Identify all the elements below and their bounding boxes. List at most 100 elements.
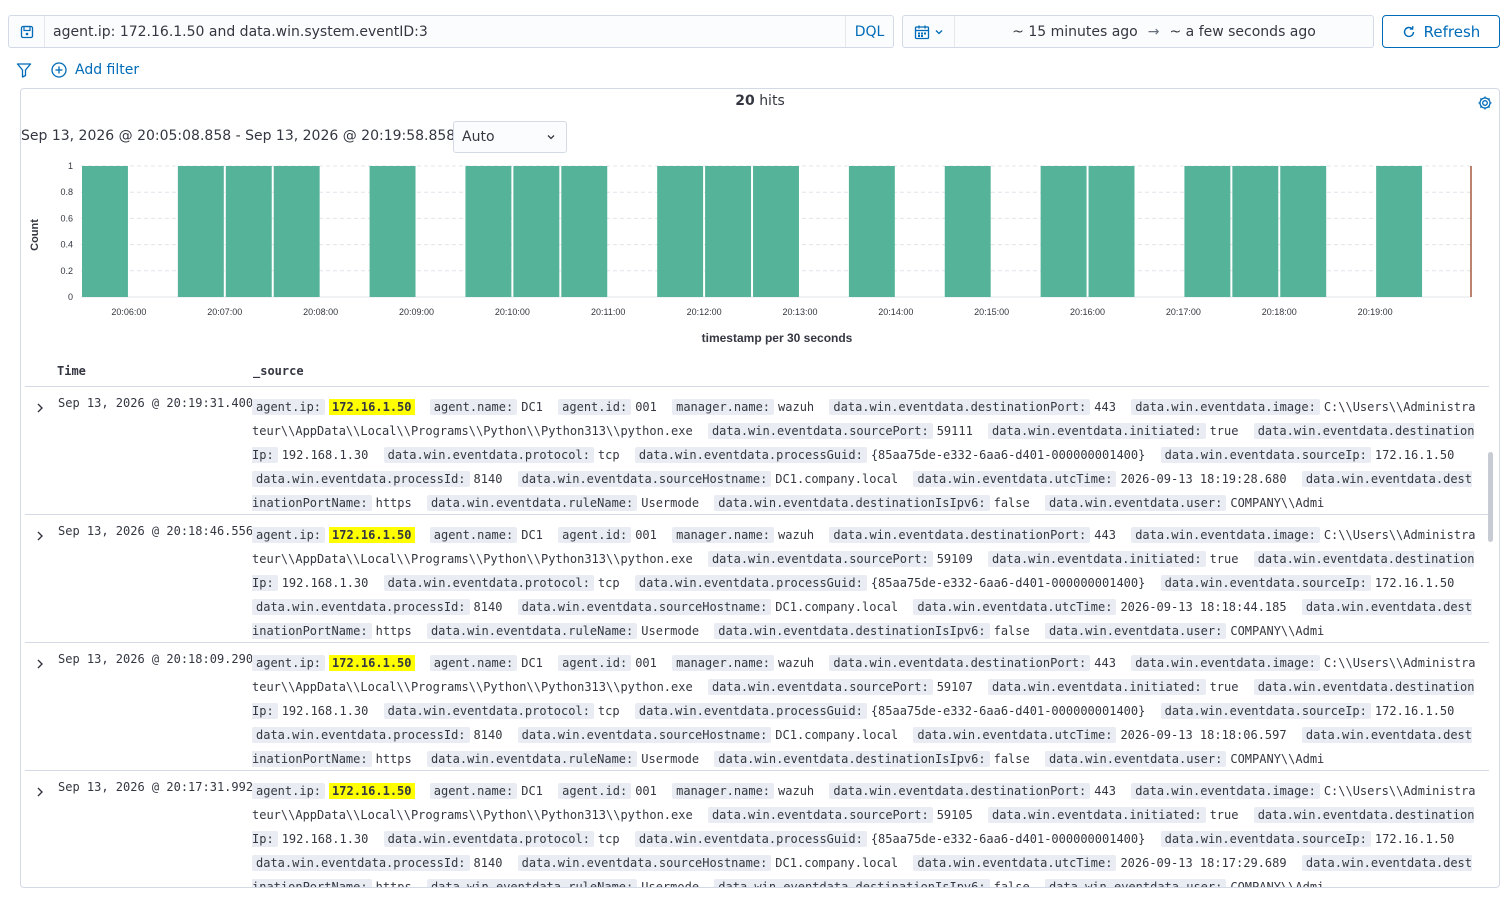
x-tick-label: 20:17:00	[1166, 307, 1201, 317]
field-name: data.win.eventdata.utcTime:	[913, 471, 1117, 487]
expand-row-button[interactable]	[31, 655, 49, 673]
field-value: 59105	[936, 808, 973, 822]
expand-row-button[interactable]	[31, 527, 49, 545]
table-row[interactable]: Sep 13, 2026 @ 20:18:46.556 agent.ip: 172.…	[25, 514, 1489, 642]
add-filter-button[interactable]: Add filter	[51, 62, 139, 78]
field-name: data.win.eventdata.processId:	[252, 855, 470, 871]
field-value: 2026-09-13 18:19:28.680	[1120, 472, 1287, 486]
hits-counter: 20 hits	[21, 93, 1499, 109]
histogram-bar[interactable]	[1184, 166, 1231, 297]
field-value-highlighted: 172.16.1.50	[329, 783, 415, 799]
time-picker: ~ 15 minutes ago → ~ a few seconds ago	[902, 15, 1374, 48]
field-name: agent.id:	[558, 399, 632, 415]
histogram-bar[interactable]	[82, 166, 128, 297]
field-value: DC1	[521, 656, 543, 670]
query-bar: agent.ip: 172.16.1.50 and data.win.syste…	[8, 15, 894, 48]
histogram-bar[interactable]	[513, 166, 560, 297]
histogram-bar[interactable]	[705, 166, 752, 297]
histogram-bar[interactable]	[561, 166, 608, 297]
histogram-bar[interactable]	[369, 166, 416, 297]
field-value: 172.16.1.50	[1374, 448, 1455, 462]
histogram-bar[interactable]	[1232, 166, 1279, 297]
chart-options-button[interactable]	[1477, 95, 1493, 115]
table-row[interactable]: Sep 13, 2026 @ 20:17:31.992 agent.ip: 172.…	[25, 770, 1489, 887]
x-tick-label: 20:18:00	[1262, 307, 1297, 317]
field-value: https	[375, 752, 412, 766]
field-name: agent.ip:	[252, 655, 326, 671]
field-name: data.win.eventdata.ruleName:	[426, 879, 638, 887]
histogram-bar[interactable]	[177, 166, 224, 297]
histogram-bar[interactable]	[1040, 166, 1087, 297]
expand-row-button[interactable]	[31, 399, 49, 417]
histogram-bar[interactable]	[1376, 166, 1423, 297]
calendar-icon	[914, 25, 929, 39]
field-name: data.win.eventdata.processGuid:	[634, 447, 867, 463]
histogram-bar[interactable]	[848, 166, 895, 297]
time-end[interactable]: ~ a few seconds ago	[1169, 24, 1315, 40]
field-value: 443	[1094, 400, 1116, 414]
x-tick-label: 20:06:00	[111, 307, 146, 317]
field-value: wazuh	[778, 400, 815, 414]
histogram-chart: 10.80.60.40.20 20:06:00 20:07:00 20:08:00 2…	[29, 161, 1472, 345]
field-value: 8140	[473, 472, 503, 486]
filter-row: Add filter	[16, 59, 139, 81]
expand-row-button[interactable]	[31, 783, 49, 801]
histogram-bar[interactable]	[657, 166, 704, 297]
query-input[interactable]: agent.ip: 172.16.1.50 and data.win.syste…	[45, 24, 845, 40]
field-name: agent.name:	[429, 783, 518, 799]
field-value: https	[375, 624, 412, 638]
row-source: agent.ip: 172.16.1.50 agent.name: DC1 agen…	[252, 523, 1478, 642]
y-tick-label: 0.8	[60, 187, 73, 197]
field-name: agent.id:	[558, 783, 632, 799]
field-value: 2026-09-13 18:18:06.597	[1120, 728, 1287, 742]
x-tick-label: 20:19:00	[1358, 307, 1393, 317]
field-name: data.win.eventdata.protocol:	[383, 575, 594, 591]
field-value: 192.168.1.30	[281, 448, 369, 462]
table-scrollbar[interactable]	[1488, 452, 1493, 542]
y-axis-label: Count	[29, 219, 41, 251]
column-header-source[interactable]: _source	[253, 364, 304, 378]
field-name: manager.name:	[672, 527, 775, 543]
saved-query-button[interactable]	[9, 16, 45, 47]
field-name: data.win.eventdata.sourceHostname:	[517, 855, 772, 871]
y-tick-label: 0.4	[60, 240, 73, 250]
refresh-button[interactable]: Refresh	[1382, 15, 1500, 48]
histogram-bar[interactable]	[1088, 166, 1135, 297]
field-value: 172.16.1.50	[1374, 704, 1455, 718]
field-value: https	[375, 496, 412, 510]
histogram-bar[interactable]	[273, 166, 320, 297]
field-name: data.win.eventdata.protocol:	[383, 703, 594, 719]
time-start[interactable]: ~ 15 minutes ago	[1012, 24, 1138, 40]
field-value-highlighted: 172.16.1.50	[329, 399, 415, 415]
field-value: DC1	[521, 400, 543, 414]
hits-label: hits	[759, 93, 785, 109]
hits-count: 20	[735, 93, 755, 109]
table-row[interactable]: Sep 13, 2026 @ 20:18:09.290 agent.ip: 172.…	[25, 642, 1489, 770]
field-name: data.win.eventdata.user:	[1044, 879, 1227, 887]
histogram-bar[interactable]	[225, 166, 272, 297]
field-name: data.win.eventdata.image:	[1131, 783, 1320, 799]
interval-select[interactable]: Auto	[453, 121, 567, 153]
field-value: true	[1209, 424, 1239, 438]
query-language-button[interactable]: DQL	[845, 16, 893, 47]
arrow-right-icon: →	[1147, 23, 1160, 40]
field-name: data.win.eventdata.destinationPort:	[829, 527, 1091, 543]
x-tick-label: 20:15:00	[974, 307, 1009, 317]
chevron-right-icon	[37, 403, 43, 413]
histogram-bar[interactable]	[753, 166, 799, 297]
field-value: Usermode	[641, 752, 700, 766]
histogram-bar[interactable]	[944, 166, 991, 297]
quick-select-button[interactable]	[903, 16, 955, 47]
column-header-time[interactable]: Time	[57, 364, 86, 378]
field-value: DC1.company.local	[775, 472, 899, 486]
filter-options-button[interactable]	[16, 62, 36, 78]
y-tick-label: 0	[68, 292, 73, 302]
table-row[interactable]: Sep 13, 2026 @ 20:19:31.400 agent.ip: 172.…	[25, 386, 1489, 514]
field-value: true	[1209, 680, 1239, 694]
field-value: {85aa75de-e332-6aa6-d401-000000001400}	[870, 576, 1146, 590]
histogram-bar[interactable]	[1280, 166, 1327, 297]
date-range-text: Sep 13, 2026 @ 20:05:08.858 - Sep 13, 20…	[21, 128, 483, 144]
histogram-bar[interactable]	[465, 166, 512, 297]
x-tick-label: 20:08:00	[303, 307, 338, 317]
x-tick-label: 20:07:00	[207, 307, 242, 317]
